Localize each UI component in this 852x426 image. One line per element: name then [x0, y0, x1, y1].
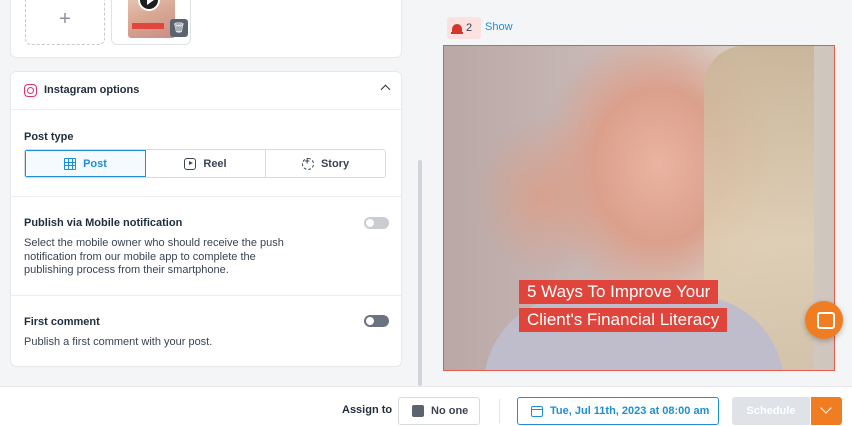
post-type-story-label: Story [320, 157, 350, 170]
chevron-up-icon[interactable] [380, 84, 391, 95]
first-comment-toggle[interactable] [364, 315, 389, 327]
schedule-button[interactable]: Schedule [732, 397, 810, 425]
reel-icon [184, 157, 197, 170]
editor-panel: + 🗑 Instagram options Post type Post Ree… [0, 0, 420, 386]
grid-icon [64, 157, 77, 170]
caption-line-1: 5 Ways To Improve Your [519, 280, 719, 304]
post-type-post-label: Post [83, 157, 107, 170]
caption-line-2: Client's Financial Literacy [519, 308, 728, 332]
first-comment-description: Publish a first comment with your post. [24, 336, 213, 348]
assignee-select[interactable]: No one [398, 397, 480, 425]
alerts-count: 2 [466, 22, 473, 34]
calendar-icon [531, 405, 543, 417]
chat-support-button[interactable] [805, 301, 843, 339]
schedule-date-value: Tue, Jul 11th, 2023 at 08:00 am [550, 405, 710, 417]
instagram-options-header[interactable]: Instagram options [11, 72, 401, 110]
mobile-notification-toggle[interactable] [364, 217, 389, 229]
assignee-value: No one [431, 405, 469, 417]
divider [11, 295, 401, 296]
schedule-button-label: Schedule [746, 405, 796, 417]
alerts-badge[interactable]: 2 [447, 17, 481, 39]
post-type-selector: Post Reel Story [24, 149, 386, 178]
media-thumbnail[interactable]: 🗑 [111, 0, 191, 45]
scrollbar[interactable] [418, 160, 422, 386]
post-type-reel[interactable]: Reel [146, 150, 266, 177]
schedule-date-button[interactable]: Tue, Jul 11th, 2023 at 08:00 am [517, 397, 719, 425]
post-type-label: Post type [24, 131, 74, 143]
siren-icon [451, 24, 463, 34]
footer-bar: Assign to No one Tue, Jul 11th, 2023 at … [0, 386, 852, 426]
media-card: + 🗑 [10, 0, 402, 58]
trash-icon[interactable]: 🗑 [170, 19, 188, 37]
divider [11, 196, 401, 197]
mobile-notification-title: Publish via Mobile notification [24, 217, 183, 229]
mobile-notification-description: Select the mobile owner who should recei… [24, 237, 284, 276]
post-type-reel-label: Reel [203, 157, 227, 170]
post-preview-video[interactable]: 5 Ways To Improve Your Client's Financia… [443, 45, 835, 371]
assign-to-label: Assign to [342, 404, 393, 416]
first-comment-title: First comment [24, 316, 100, 328]
schedule-options-chevron-down-icon[interactable] [811, 397, 842, 425]
show-alerts-link[interactable]: Show [485, 21, 513, 33]
preview-panel: 2 Show 5 Ways To Improve Your Client's F… [432, 0, 852, 386]
post-type-story[interactable]: Story [266, 150, 385, 177]
instagram-options-card: Instagram options Post type Post Reel St… [10, 71, 402, 367]
plus-icon: + [59, 8, 71, 30]
divider [499, 399, 500, 423]
instagram-icon [24, 84, 37, 97]
add-media-button[interactable]: + [25, 0, 105, 45]
story-icon [301, 156, 314, 170]
instagram-options-title: Instagram options [44, 84, 140, 96]
user-square-icon [412, 405, 424, 417]
post-type-post[interactable]: Post [25, 150, 146, 177]
